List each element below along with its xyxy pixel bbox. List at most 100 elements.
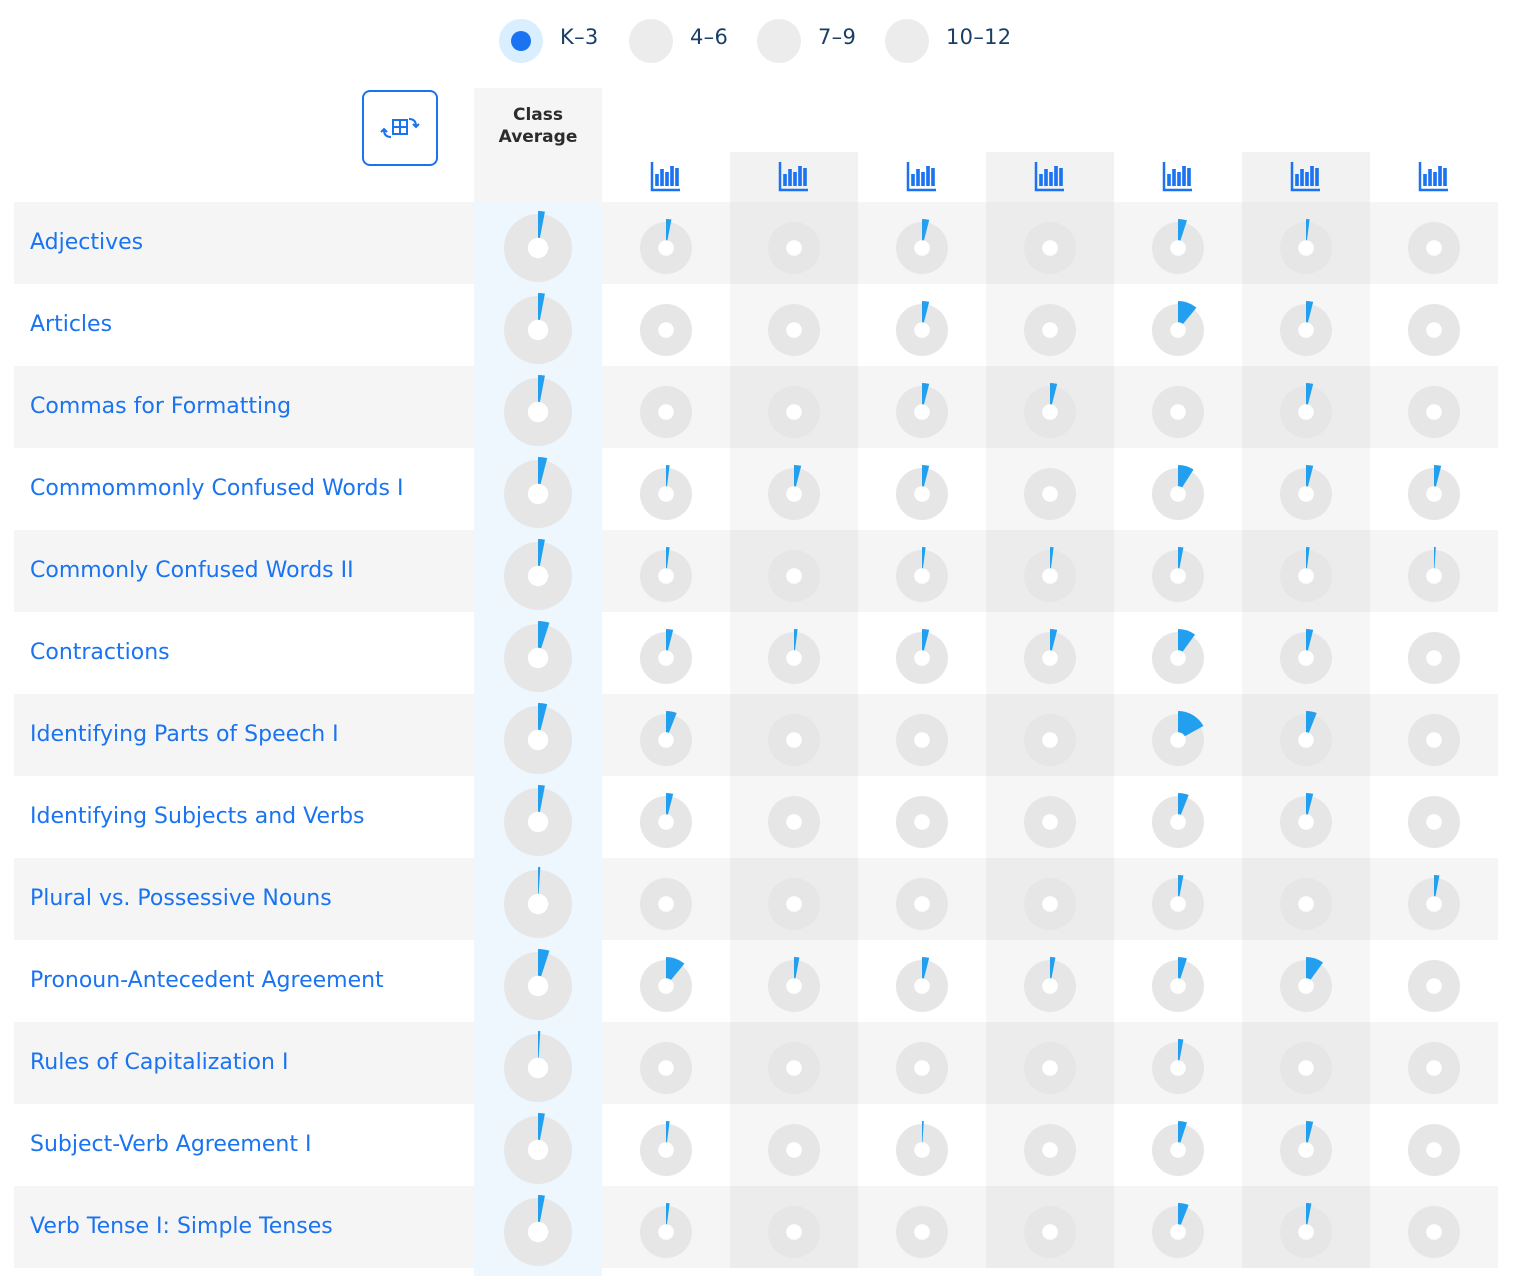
progress-pie[interactable] xyxy=(892,874,952,934)
progress-pie[interactable] xyxy=(1404,464,1464,524)
progress-pie[interactable] xyxy=(1020,300,1080,360)
progress-pie[interactable] xyxy=(1020,956,1080,1016)
progress-pie[interactable] xyxy=(1276,546,1336,606)
progress-pie[interactable] xyxy=(1276,218,1336,278)
progress-pie[interactable] xyxy=(764,628,824,688)
progress-pie[interactable] xyxy=(1148,874,1208,934)
progress-pie[interactable] xyxy=(1276,710,1336,770)
progress-pie[interactable] xyxy=(1020,382,1080,442)
progress-pie[interactable] xyxy=(764,1202,824,1262)
progress-pie[interactable] xyxy=(1404,1038,1464,1098)
student-report-button[interactable] xyxy=(1418,160,1450,192)
student-report-button[interactable] xyxy=(650,160,682,192)
progress-pie[interactable] xyxy=(1404,382,1464,442)
progress-pie[interactable] xyxy=(1020,1120,1080,1180)
grade-radio[interactable] xyxy=(499,19,543,63)
progress-pie[interactable] xyxy=(1148,218,1208,278)
progress-pie[interactable] xyxy=(1404,792,1464,852)
skill-label[interactable]: Subject-Verb Agreement I xyxy=(30,1104,311,1186)
progress-pie[interactable] xyxy=(892,956,952,1016)
progress-pie[interactable] xyxy=(1404,874,1464,934)
progress-pie[interactable] xyxy=(1404,710,1464,770)
progress-pie[interactable] xyxy=(1020,710,1080,770)
progress-pie[interactable] xyxy=(636,1120,696,1180)
progress-pie[interactable] xyxy=(1020,1038,1080,1098)
progress-pie[interactable] xyxy=(764,464,824,524)
progress-pie[interactable] xyxy=(1276,464,1336,524)
student-report-button[interactable] xyxy=(1034,160,1066,192)
progress-pie[interactable] xyxy=(636,1202,696,1262)
skill-label[interactable]: Commas for Formatting xyxy=(30,366,291,448)
progress-pie[interactable] xyxy=(636,710,696,770)
progress-pie[interactable] xyxy=(636,956,696,1016)
progress-pie[interactable] xyxy=(1404,1202,1464,1262)
student-report-button[interactable] xyxy=(906,160,938,192)
progress-pie[interactable] xyxy=(1020,546,1080,606)
progress-pie[interactable] xyxy=(764,300,824,360)
progress-pie[interactable] xyxy=(1276,1120,1336,1180)
progress-pie[interactable] xyxy=(1148,300,1208,360)
progress-pie[interactable] xyxy=(500,1030,576,1106)
progress-pie[interactable] xyxy=(1404,218,1464,278)
progress-pie[interactable] xyxy=(636,1038,696,1098)
student-report-button[interactable] xyxy=(1162,160,1194,192)
progress-pie[interactable] xyxy=(500,702,576,778)
progress-pie[interactable] xyxy=(1148,546,1208,606)
progress-pie[interactable] xyxy=(892,546,952,606)
progress-pie[interactable] xyxy=(892,1120,952,1180)
progress-pie[interactable] xyxy=(1276,1202,1336,1262)
progress-pie[interactable] xyxy=(1020,1202,1080,1262)
progress-pie[interactable] xyxy=(500,784,576,860)
progress-pie[interactable] xyxy=(1020,218,1080,278)
progress-pie[interactable] xyxy=(500,374,576,450)
student-report-button[interactable] xyxy=(1290,160,1322,192)
progress-pie[interactable] xyxy=(636,382,696,442)
progress-pie[interactable] xyxy=(1148,628,1208,688)
progress-pie[interactable] xyxy=(892,628,952,688)
progress-pie[interactable] xyxy=(1276,382,1336,442)
progress-pie[interactable] xyxy=(1148,1202,1208,1262)
skill-label[interactable]: Identifying Subjects and Verbs xyxy=(30,776,365,858)
grade-radio[interactable] xyxy=(629,19,673,63)
progress-pie[interactable] xyxy=(764,382,824,442)
progress-pie[interactable] xyxy=(1020,874,1080,934)
progress-pie[interactable] xyxy=(636,218,696,278)
skill-label[interactable]: Commommonly Confused Words I xyxy=(30,448,403,530)
progress-pie[interactable] xyxy=(636,792,696,852)
progress-pie[interactable] xyxy=(1020,792,1080,852)
progress-pie[interactable] xyxy=(892,1202,952,1262)
progress-pie[interactable] xyxy=(500,538,576,614)
skill-label[interactable]: Commonly Confused Words II xyxy=(30,530,354,612)
progress-pie[interactable] xyxy=(1276,956,1336,1016)
progress-pie[interactable] xyxy=(764,218,824,278)
progress-pie[interactable] xyxy=(764,710,824,770)
progress-pie[interactable] xyxy=(636,628,696,688)
progress-pie[interactable] xyxy=(1020,628,1080,688)
progress-pie[interactable] xyxy=(1276,1038,1336,1098)
skill-label[interactable]: Verb Tense I: Simple Tenses xyxy=(30,1186,333,1268)
progress-pie[interactable] xyxy=(1404,956,1464,1016)
progress-pie[interactable] xyxy=(500,456,576,532)
progress-pie[interactable] xyxy=(892,382,952,442)
progress-pie[interactable] xyxy=(1148,382,1208,442)
progress-pie[interactable] xyxy=(1148,1038,1208,1098)
progress-pie[interactable] xyxy=(764,546,824,606)
progress-pie[interactable] xyxy=(1020,464,1080,524)
skill-label[interactable]: Identifying Parts of Speech I xyxy=(30,694,339,776)
progress-pie[interactable] xyxy=(500,292,576,368)
progress-pie[interactable] xyxy=(636,546,696,606)
progress-pie[interactable] xyxy=(892,218,952,278)
progress-pie[interactable] xyxy=(500,866,576,942)
progress-pie[interactable] xyxy=(1276,300,1336,360)
progress-pie[interactable] xyxy=(636,464,696,524)
progress-pie[interactable] xyxy=(892,300,952,360)
skill-label[interactable]: Articles xyxy=(30,284,112,366)
progress-pie[interactable] xyxy=(1276,628,1336,688)
progress-pie[interactable] xyxy=(764,956,824,1016)
grade-radio[interactable] xyxy=(757,19,801,63)
progress-pie[interactable] xyxy=(500,1194,576,1270)
skill-label[interactable]: Adjectives xyxy=(30,202,143,284)
progress-pie[interactable] xyxy=(1404,546,1464,606)
progress-pie[interactable] xyxy=(1148,464,1208,524)
progress-pie[interactable] xyxy=(764,1038,824,1098)
